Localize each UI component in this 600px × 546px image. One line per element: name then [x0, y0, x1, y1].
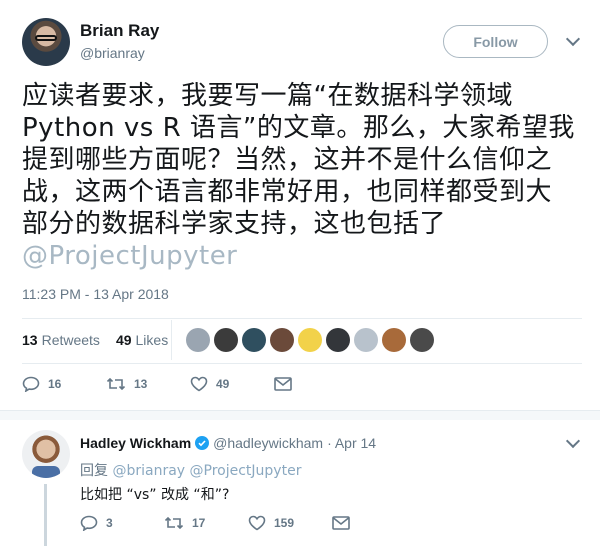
- retweet-action[interactable]: 13: [106, 376, 166, 392]
- liker-avatar[interactable]: [410, 328, 434, 352]
- tweet-line: 部分的数据科学家支持，这也包括了: [22, 209, 447, 239]
- reply-author-avatar[interactable]: [22, 430, 70, 478]
- section-divider: [0, 410, 600, 420]
- like-count: 159: [274, 516, 295, 530]
- liker-avatar[interactable]: [242, 328, 266, 352]
- divider: [22, 363, 582, 364]
- tweet-line: Python vs R 语言”的文章。那么，大家希望我: [22, 113, 575, 143]
- liker-avatar[interactable]: [298, 328, 322, 352]
- like-action[interactable]: 159: [248, 515, 308, 531]
- tweet-line: 应读者要求，我要写一篇“在数据科学领域: [22, 81, 513, 111]
- reply-icon: [80, 515, 98, 531]
- reply-action[interactable]: 16: [22, 376, 82, 392]
- verified-icon: [195, 436, 210, 450]
- reply-date[interactable]: · Apr 14: [327, 435, 376, 451]
- retweet-icon: [106, 377, 126, 391]
- liker-avatar[interactable]: [214, 328, 238, 352]
- retweets-count: 13: [22, 332, 38, 348]
- reply-to-link[interactable]: @brianray: [112, 463, 185, 479]
- likes-label: Likes: [135, 332, 169, 348]
- author-avatar[interactable]: [22, 18, 70, 66]
- reply-header: Hadley Wickham @hadleywickham · Apr 14: [80, 435, 376, 451]
- likes-stat[interactable]: 49 Likes: [116, 332, 168, 348]
- heart-icon: [248, 515, 266, 531]
- tweet-line: 提到哪些方面呢？当然，这并不是什么信仰之: [22, 145, 553, 175]
- retweets-label: Retweets: [41, 332, 100, 348]
- retweets-stat[interactable]: 13 Retweets: [22, 332, 100, 348]
- liker-avatar[interactable]: [186, 328, 210, 352]
- mention-link[interactable]: @ProjectJupyter: [22, 240, 582, 272]
- follow-button[interactable]: Follow: [443, 25, 548, 58]
- reply-actions: 3 17 159: [80, 515, 416, 531]
- tweet-stats: 13 Retweets 49 Likes: [22, 318, 184, 362]
- tweet-line: 战，这两个语言都非常好用，也同样都受到大: [22, 177, 553, 207]
- reply-count: 3: [106, 516, 113, 530]
- envelope-icon: [332, 516, 350, 530]
- author-handle[interactable]: @brianray: [80, 45, 145, 61]
- liker-avatar[interactable]: [326, 328, 350, 352]
- envelope-icon: [274, 377, 292, 391]
- chevron-down-icon[interactable]: [565, 31, 581, 47]
- liker-avatars: [186, 328, 438, 352]
- reply-count: 16: [48, 377, 62, 391]
- reply-action[interactable]: 3: [80, 515, 140, 531]
- liker-avatar[interactable]: [270, 328, 294, 352]
- reply-author-handle[interactable]: @hadleywickham: [213, 435, 323, 451]
- stats-separator: [171, 320, 172, 360]
- likes-count: 49: [115, 332, 132, 348]
- retweet-count: 17: [192, 516, 206, 530]
- tweet-timestamp[interactable]: 11:23 PM - 13 Apr 2018: [22, 286, 169, 302]
- thread-line: [44, 484, 47, 546]
- tweet-actions: 16 13 49: [22, 376, 358, 392]
- retweet-action[interactable]: 17: [164, 515, 224, 531]
- chevron-down-icon[interactable]: [565, 433, 581, 449]
- author-name[interactable]: Brian Ray: [80, 21, 159, 41]
- message-action[interactable]: [332, 516, 392, 530]
- reply-text: 比如把 “vs” 改成 “和”?: [80, 487, 230, 503]
- reply-author-name[interactable]: Hadley Wickham: [80, 435, 191, 451]
- like-action[interactable]: 49: [190, 376, 250, 392]
- reply-icon: [22, 376, 40, 392]
- reply-to-link[interactable]: @ProjectJupyter: [190, 463, 302, 479]
- liker-avatar[interactable]: [382, 328, 406, 352]
- tweet-text: 应读者要求，我要写一篇“在数据科学领域 Python vs R 语言”的文章。那…: [22, 80, 582, 272]
- reply-prefix: 回复: [80, 463, 108, 479]
- replying-to: 回复 @brianray @ProjectJupyter: [80, 460, 301, 480]
- retweet-icon: [164, 516, 184, 530]
- heart-icon: [190, 376, 208, 392]
- retweet-count: 13: [134, 377, 148, 391]
- liker-avatar[interactable]: [354, 328, 378, 352]
- message-action[interactable]: [274, 377, 334, 391]
- like-count: 49: [216, 377, 230, 391]
